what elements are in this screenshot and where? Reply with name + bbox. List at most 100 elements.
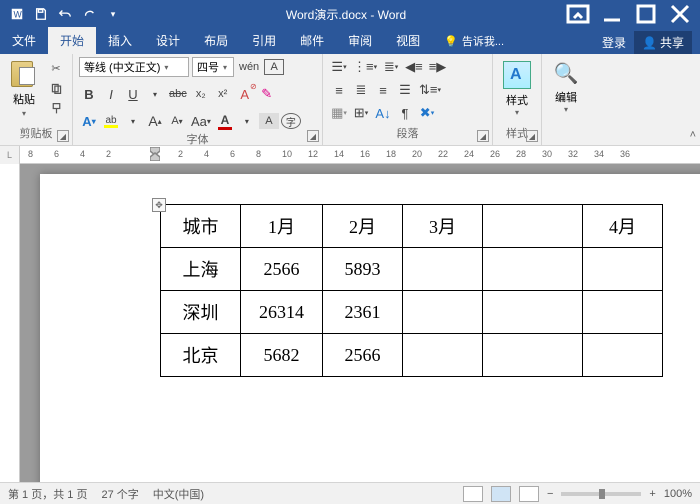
language-indicator[interactable]: 中文(中国) [153, 486, 204, 502]
shrink-font-icon[interactable]: A▾ [167, 111, 187, 131]
italic-button[interactable]: I [101, 84, 121, 104]
tab-design[interactable]: 设计 [144, 27, 192, 54]
tab-insert[interactable]: 插入 [96, 27, 144, 54]
align-right-icon[interactable]: ≡ [373, 80, 393, 100]
table-cell[interactable] [483, 291, 583, 334]
cut-icon[interactable]: ✂ [46, 59, 66, 77]
tell-me-search[interactable]: 💡告诉我... [432, 28, 516, 54]
table-cell[interactable]: 上海 [161, 248, 241, 291]
font-name-dropdown[interactable]: 等线 (中文正文)▾ [79, 57, 189, 77]
multilevel-icon[interactable]: ≣▾ [381, 57, 401, 77]
styles-launcher-icon[interactable]: ◢ [526, 130, 538, 142]
zoom-slider[interactable] [561, 492, 641, 496]
close-icon[interactable] [664, 3, 696, 25]
justify-icon[interactable]: ☰ [395, 80, 415, 100]
bold-button[interactable]: B [79, 84, 99, 104]
maximize-icon[interactable] [630, 3, 662, 25]
paragraph-launcher-icon[interactable]: ◢ [477, 130, 489, 142]
zoom-level[interactable]: 100% [664, 488, 692, 500]
format-painter-icon[interactable] [46, 99, 66, 117]
increase-indent-icon[interactable]: ≡▶ [427, 57, 449, 77]
enclose-char-icon[interactable]: 字 [281, 113, 301, 129]
table-cell[interactable] [583, 291, 663, 334]
tab-references[interactable]: 引用 [240, 27, 288, 54]
zoom-in-button[interactable]: + [649, 488, 655, 500]
subscript-button[interactable]: x₂ [191, 84, 211, 104]
shading-icon[interactable]: ▦▾ [329, 103, 349, 123]
clipboard-launcher-icon[interactable]: ◢ [57, 130, 69, 142]
tab-layout[interactable]: 布局 [192, 27, 240, 54]
zoom-out-button[interactable]: − [547, 488, 553, 500]
decrease-indent-icon[interactable]: ◀≡ [403, 57, 425, 77]
indent-marker-icon[interactable] [150, 147, 160, 163]
tab-file[interactable]: 文件 [0, 27, 48, 54]
minimize-icon[interactable] [596, 3, 628, 25]
bullets-icon[interactable]: ☰▾ [329, 57, 349, 77]
align-center-icon[interactable]: ≣ [351, 80, 371, 100]
char-border-icon[interactable]: A [264, 59, 284, 75]
char-shading-icon[interactable]: A [259, 113, 279, 129]
clear-format-icon[interactable]: A⊘ [235, 84, 255, 104]
table-cell[interactable] [483, 205, 583, 248]
undo-icon[interactable] [54, 3, 76, 25]
change-case-icon[interactable]: Aa▾ [189, 111, 213, 131]
paste-button[interactable]: 粘贴 ▾ [6, 57, 42, 125]
sort-icon[interactable]: A↓ [373, 103, 393, 123]
table-cell[interactable]: 深圳 [161, 291, 241, 334]
table-cell[interactable] [583, 248, 663, 291]
redo-icon[interactable] [78, 3, 100, 25]
data-table[interactable]: 城市 1月 2月 3月 4月 上海 2566 5893 深圳 [160, 204, 663, 377]
superscript-button[interactable]: x² [213, 84, 233, 104]
underline-button[interactable]: U [123, 84, 143, 104]
tab-review[interactable]: 审阅 [336, 27, 384, 54]
document-page[interactable]: ✥ 城市 1月 2月 3月 4月 上海 2566 5893 [40, 174, 700, 482]
table-cell[interactable] [583, 334, 663, 377]
table-cell[interactable]: 4月 [583, 205, 663, 248]
copy-icon[interactable] [46, 79, 66, 97]
table-cell[interactable]: 5682 [241, 334, 323, 377]
line-spacing-icon[interactable]: ⇅≡▾ [417, 80, 443, 100]
page-indicator[interactable]: 第 1 页，共 1 页 [8, 486, 87, 502]
qat-customize-icon[interactable]: ▾ [102, 3, 124, 25]
table-cell[interactable] [403, 291, 483, 334]
tab-selector[interactable]: L [0, 146, 20, 164]
format-brush-icon[interactable]: ✎ [257, 84, 277, 104]
table-cell[interactable]: 5893 [323, 248, 403, 291]
table-cell[interactable]: 2566 [241, 248, 323, 291]
table-cell[interactable]: 2361 [323, 291, 403, 334]
table-cell[interactable]: 北京 [161, 334, 241, 377]
share-button[interactable]: 👤共享 [634, 31, 692, 54]
highlight-icon[interactable]: ab [101, 111, 121, 131]
table-cell[interactable] [403, 248, 483, 291]
font-color-icon[interactable]: A [215, 111, 235, 131]
styles-button[interactable]: A 样式 ▾ [499, 57, 535, 125]
table-move-handle-icon[interactable]: ✥ [152, 198, 166, 212]
read-mode-icon[interactable] [463, 486, 483, 502]
collapse-ribbon-icon[interactable]: ˄ [690, 129, 696, 141]
web-layout-icon[interactable] [519, 486, 539, 502]
font-size-dropdown[interactable]: 四号▾ [192, 57, 234, 77]
strikethrough-button[interactable]: abc [167, 84, 189, 104]
ribbon-options-icon[interactable] [562, 3, 594, 25]
font-launcher-icon[interactable]: ◢ [307, 130, 319, 142]
grow-font-icon[interactable]: A▴ [145, 111, 165, 131]
snap-grid-icon[interactable]: ✖▾ [417, 103, 437, 123]
table-cell[interactable] [483, 248, 583, 291]
horizontal-ruler[interactable]: L 8 6 4 2 2 4 6 8 10 12 14 16 18 20 22 2… [0, 146, 700, 164]
login-link[interactable]: 登录 [602, 34, 626, 51]
table-cell[interactable] [403, 334, 483, 377]
vertical-ruler[interactable] [0, 164, 20, 482]
table-cell[interactable]: 2566 [323, 334, 403, 377]
show-marks-icon[interactable]: ¶ [395, 103, 415, 123]
phonetic-guide-icon[interactable]: wén [237, 57, 261, 77]
word-count[interactable]: 27 个字 [101, 486, 138, 502]
table-cell[interactable]: 1月 [241, 205, 323, 248]
borders-icon[interactable]: ⊞▾ [351, 103, 371, 123]
tab-home[interactable]: 开始 [48, 27, 96, 54]
text-effects-icon[interactable]: A▾ [79, 111, 99, 131]
save-icon[interactable] [30, 3, 52, 25]
table-cell[interactable]: 2月 [323, 205, 403, 248]
tab-mailings[interactable]: 邮件 [288, 27, 336, 54]
table-cell[interactable] [483, 334, 583, 377]
numbering-icon[interactable]: ⋮≡▾ [351, 57, 379, 77]
